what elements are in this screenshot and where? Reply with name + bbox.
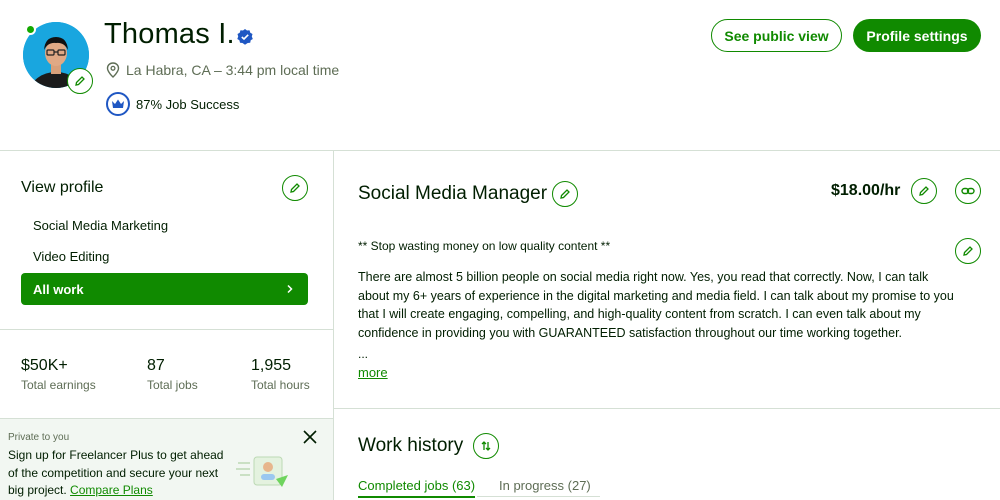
location-text: La Habra, CA – 3:44 pm local time: [126, 62, 340, 78]
see-public-view-button[interactable]: See public view: [711, 19, 842, 52]
tab-in-progress[interactable]: In progress (27): [499, 478, 591, 493]
edit-title-button[interactable]: [552, 181, 578, 207]
online-dot-icon: [25, 24, 36, 35]
location-row: La Habra, CA – 3:44 pm local time: [106, 62, 339, 78]
stat-total-jobs: 87 Total jobs: [147, 357, 198, 392]
divider: [0, 329, 333, 330]
sort-arrows-icon: [481, 441, 491, 451]
overview-ellipsis: ...: [358, 347, 369, 361]
hourly-rate: $18.00/hr: [831, 182, 901, 199]
verified-badge-icon: [236, 28, 254, 46]
profile-headline: Social Media Manager: [358, 183, 548, 204]
overview-text: There are almost 5 billion people on soc…: [358, 270, 954, 340]
copy-link-button[interactable]: [955, 178, 981, 204]
sidebar: View profile Social Media Marketing Vide…: [0, 151, 333, 500]
overview-heading: ** Stop wasting money on low quality con…: [358, 239, 611, 253]
profile-name: Thomas I.: [104, 18, 235, 50]
compare-plans-link[interactable]: Compare Plans: [70, 483, 153, 497]
freelancer-plus-promo: Private to you Sign up for Freelancer Pl…: [0, 419, 333, 500]
job-success-row: 87% Job Success: [106, 92, 239, 116]
link-icon: [961, 187, 975, 195]
work-history-title: Work history: [358, 435, 464, 456]
stat-value: 87: [147, 357, 165, 374]
main-content: Social Media Manager $18.00/hr ** Stop w…: [334, 151, 1000, 500]
stat-value: $50K+: [21, 357, 68, 374]
active-tab-indicator: [358, 496, 475, 498]
pencil-icon: [919, 186, 929, 196]
edit-photo-button[interactable]: [67, 68, 93, 94]
pencil-icon: [290, 183, 300, 193]
crown-badge-icon: [106, 92, 130, 116]
stat-label: Total jobs: [147, 378, 198, 392]
profile-settings-button[interactable]: Profile settings: [853, 19, 981, 52]
location-pin-icon: [106, 62, 120, 78]
promo-illustration-icon: [236, 453, 292, 493]
edit-rate-button[interactable]: [911, 178, 937, 204]
promo-body: Sign up for Freelancer Plus to get ahead…: [8, 447, 233, 500]
stat-label: Total earnings: [21, 378, 96, 392]
avatar-container: [23, 22, 93, 94]
sidebar-title: View profile: [21, 179, 104, 196]
chevron-right-icon: [287, 284, 293, 294]
edit-profile-button[interactable]: [282, 175, 308, 201]
tab-completed-jobs[interactable]: Completed jobs (63): [358, 478, 475, 493]
sidebar-item-label: All work: [33, 281, 84, 297]
close-icon[interactable]: [302, 429, 318, 445]
sort-button[interactable]: [473, 433, 499, 459]
stat-value: 1,955: [251, 357, 292, 374]
sidebar-item-social-media-marketing[interactable]: Social Media Marketing: [33, 218, 168, 233]
more-link[interactable]: more: [358, 365, 388, 380]
stat-total-earnings: $50K+ Total earnings: [21, 357, 96, 392]
sidebar-item-all-work[interactable]: All work: [21, 273, 308, 305]
job-success-text: 87% Job Success: [136, 96, 240, 112]
pencil-icon: [75, 76, 85, 86]
profile-header: Thomas I. La Habra, CA – 3:44 pm local t…: [0, 0, 1000, 150]
sidebar-item-video-editing[interactable]: Video Editing: [33, 249, 109, 264]
stat-label: Total hours: [251, 378, 310, 392]
pencil-icon: [963, 246, 973, 256]
edit-overview-button[interactable]: [955, 238, 981, 264]
divider: [334, 408, 1000, 409]
promo-eyebrow: Private to you: [8, 432, 70, 443]
stat-total-hours: 1,955 Total hours: [251, 357, 310, 392]
pencil-icon: [560, 189, 570, 199]
tab-baseline: [477, 496, 600, 497]
